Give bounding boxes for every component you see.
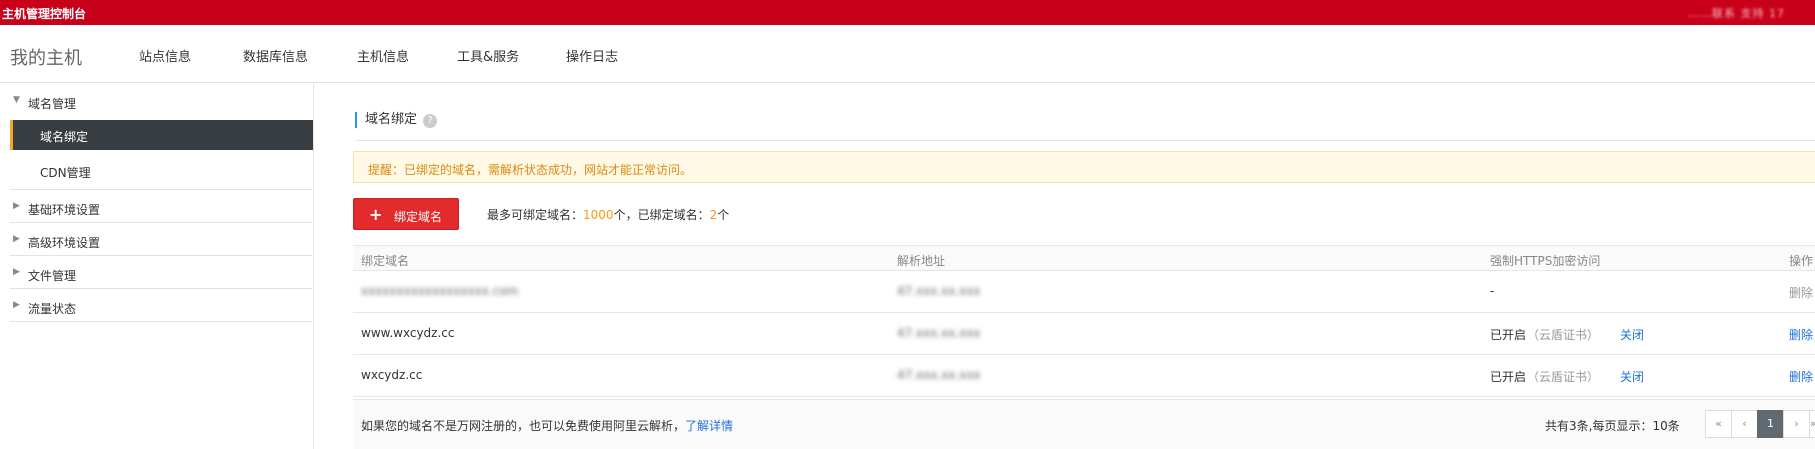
quota-max: 1000 (583, 208, 614, 222)
brand-title[interactable]: 我的主机 (10, 44, 82, 70)
nav-database-info[interactable]: 数据库信息 (243, 46, 308, 65)
bind-domain-button[interactable]: + 绑定域名 (353, 198, 459, 230)
nav-host-info[interactable]: 主机信息 (357, 46, 409, 65)
sidebar-group-domain-management[interactable]: ▼ 域名管理 (0, 84, 314, 122)
delete-link[interactable]: 删除 (1789, 326, 1813, 343)
caret-right-icon: ▶ (13, 267, 20, 277)
console-title: 主机管理控制台 (2, 7, 87, 21)
caret-down-icon: ▼ (13, 95, 20, 105)
sidebar-item-label: 域名绑定 (40, 130, 89, 144)
plus-icon: + (369, 205, 383, 224)
nav-operation-log[interactable]: 操作日志 (566, 46, 618, 65)
help-icon[interactable]: ? (423, 114, 438, 128)
sidebar-item-domain-binding[interactable]: 域名绑定 (10, 120, 313, 150)
dns-note-text: 如果您的域名不是万网注册的，也可以免费使用阿里云解析， (361, 419, 686, 433)
domain-cell: wxcydz.cc (361, 368, 423, 382)
domain-quota: 最多可绑定域名：1000个，已绑定域名：2个 (487, 206, 729, 223)
domain-cell: www.wxcydz.cc (361, 326, 455, 340)
domain-cell: xxxxxxxxxxxxxxxxxx.com (361, 284, 519, 298)
dns-note: 如果您的域名不是万网注册的，也可以免费使用阿里云解析，了解详情 (361, 417, 733, 434)
top-bar: 主机管理控制台 ……联系 支持 17 (0, 0, 1815, 25)
table-footer: 如果您的域名不是万网注册的，也可以免费使用阿里云解析，了解详情 共有3条,每页显… (353, 399, 1815, 449)
address-cell: 47.xxx.xx.xxx (897, 326, 981, 340)
caret-right-icon: ▶ (13, 201, 20, 211)
cert-type-cell: （云盾证书） (1527, 328, 1600, 342)
address-cell: 47.xxx.xx.xxx (897, 368, 981, 382)
quota-mid: 个，已绑定域名： (613, 208, 710, 222)
table-row: wxcydz.cc 47.xxx.xx.xxx 已开启 （云盾证书） 关闭 删除 (353, 355, 1815, 397)
page-title: 域名绑定? (355, 112, 438, 128)
divider (355, 140, 1815, 141)
table-row: xxxxxxxxxxxxxxxxxx.com 47.xxx.xx.xxx - 删… (353, 271, 1815, 313)
last-page-button[interactable]: » (1809, 410, 1815, 438)
address-cell: 47.xxx.xx.xxx (897, 284, 981, 298)
divider (10, 321, 312, 322)
sidebar-group-label: 基础环境设置 (28, 203, 101, 217)
caret-right-icon: ▶ (13, 300, 20, 310)
nav-site-info[interactable]: 站点信息 (139, 46, 191, 65)
https-off-link[interactable]: 关闭 (1620, 368, 1644, 385)
sidebar-item-cdn[interactable]: CDN管理 (40, 164, 91, 181)
learn-more-link[interactable]: 了解详情 (685, 419, 733, 433)
https-status-cell: - (1490, 284, 1495, 298)
https-status-cell: 已开启 (1490, 370, 1527, 384)
sidebar-group-label: 高级环境设置 (28, 236, 101, 250)
sidebar: ▼ 域名管理 域名绑定 CDN管理 ▶ 基础环境设置 ▶ 高级环境设置 ▶ 文件… (0, 84, 314, 449)
table-row: www.wxcydz.cc 47.xxx.xx.xxx 已开启 （云盾证书） 关… (353, 313, 1815, 355)
nav-tools-services[interactable]: 工具&服务 (457, 46, 519, 65)
pagination-summary: 共有3条,每页显示：10条 (1545, 419, 1680, 433)
sidebar-group-label: 域名管理 (28, 97, 77, 111)
column-header-address: 解析地址 (897, 254, 946, 268)
column-header-https: 强制HTTPS加密访问 (1490, 254, 1601, 268)
quota-prefix: 最多可绑定域名： (487, 208, 584, 222)
delete-link[interactable]: 删除 (1789, 368, 1813, 385)
main-content: 域名绑定? 提醒：已绑定的域名，需解析状态成功，网站才能正常访问。 + 绑定域名… (315, 84, 1815, 449)
main-nav: 我的主机 站点信息 数据库信息 主机信息 工具&服务 操作日志 (0, 25, 1815, 83)
first-page-button[interactable]: « (1705, 410, 1732, 438)
top-bar-right-info[interactable]: ……联系 支持 17 (1688, 5, 1785, 21)
sidebar-group-label: 流量状态 (28, 302, 77, 316)
prev-page-button[interactable]: ‹ (1731, 410, 1758, 438)
https-off-link[interactable]: 关闭 (1620, 326, 1644, 343)
notice-banner: 提醒：已绑定的域名，需解析状态成功，网站才能正常访问。 (353, 151, 1815, 183)
next-page-button[interactable]: › (1783, 410, 1810, 438)
bind-domain-label: 绑定域名 (394, 210, 443, 224)
https-status-cell: 已开启 (1490, 328, 1527, 342)
delete-link[interactable]: 删除 (1789, 284, 1813, 301)
column-header-action: 操作 (1789, 254, 1814, 268)
quota-suffix: 个 (717, 208, 730, 222)
cert-type-cell: （云盾证书） (1527, 370, 1600, 384)
table-header: 绑定域名 解析地址 强制HTTPS加密访问 操作 (353, 245, 1815, 271)
page-title-text: 域名绑定 (365, 112, 418, 127)
page-1-button[interactable]: 1 (1757, 410, 1784, 438)
caret-right-icon: ▶ (13, 234, 20, 244)
column-header-domain: 绑定域名 (361, 254, 410, 268)
sidebar-group-label: 文件管理 (28, 269, 77, 283)
